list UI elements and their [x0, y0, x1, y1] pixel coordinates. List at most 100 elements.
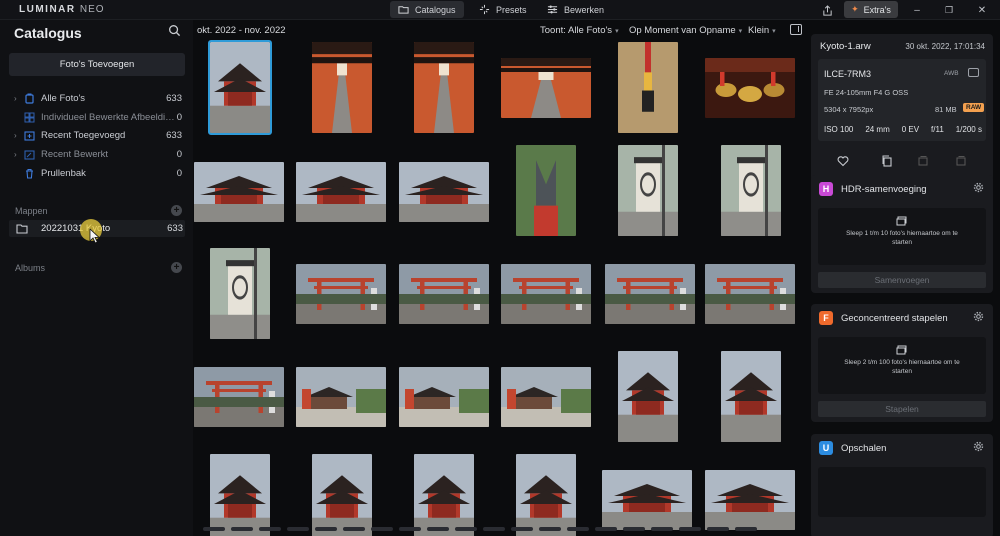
photo-thumbnail[interactable] — [501, 367, 591, 427]
photo-thumbnail[interactable] — [399, 264, 489, 324]
sidebar-item-count: 0 — [176, 167, 182, 179]
photo-thumbnail[interactable] — [194, 162, 284, 222]
photo-thumbnail[interactable] — [501, 58, 591, 118]
taskbar-item — [427, 527, 449, 531]
stack-icon[interactable] — [917, 155, 929, 167]
add-album-button[interactable]: + — [171, 262, 182, 273]
photo-thumbnail[interactable] — [618, 145, 678, 236]
stack-button[interactable]: Stapelen — [818, 401, 986, 417]
sidebar-item-all-photos[interactable]: › Alle Foto's 633 — [0, 90, 193, 106]
sidebar-item-count: 0 — [176, 148, 182, 160]
photo-thumbnail[interactable] — [210, 248, 270, 339]
photo-thumbnail[interactable] — [705, 58, 795, 118]
photo-thumbnail[interactable] — [605, 264, 695, 324]
taskbar-item — [259, 527, 281, 531]
hdr-merge-card: H HDR-samenvoeging Sleep 1 t/m 10 foto's… — [811, 175, 993, 293]
stacking-drop-zone[interactable]: Sleep 2 t/m 100 foto's hiernaartoe om te… — [818, 337, 986, 394]
photo-thumbnail[interactable] — [296, 367, 386, 427]
tool-name: Geconcentreerd stapelen — [841, 313, 948, 324]
photo-thumbnail[interactable] — [210, 454, 270, 536]
sort-value: Op Moment van Opname — [629, 25, 736, 36]
photo-thumbnail[interactable] — [194, 367, 284, 427]
taskbar-item — [567, 527, 589, 531]
photo-thumbnail[interactable] — [618, 351, 678, 442]
drop-hint: Sleep 2 t/m 100 foto's hiernaartoe om te… — [844, 359, 960, 375]
taskbar-item — [399, 527, 421, 531]
puzzle-icon: ✦ — [851, 4, 859, 14]
merge-button[interactable]: Samenvoegen — [818, 272, 986, 288]
add-photos-button[interactable]: Foto's Toevoegen — [9, 53, 185, 76]
taskbar-item — [707, 527, 729, 531]
taskbar-item — [539, 527, 561, 531]
sidebar-item-individually-edited[interactable]: Individueel Bewerkte Afbeeldingen 0 — [0, 109, 193, 125]
show-filter-dropdown[interactable]: Toont: Alle Foto's ▾ — [540, 25, 619, 36]
taskbar-strip — [193, 527, 805, 536]
photo-thumbnail[interactable] — [296, 162, 386, 222]
folder-count: 633 — [167, 223, 183, 234]
hdr-drop-zone[interactable]: Sleep 1 t/m 10 foto's hiernaartoe om te … — [818, 208, 986, 265]
tab-catalogus[interactable]: Catalogus — [390, 1, 464, 18]
gear-icon[interactable] — [973, 182, 984, 193]
chevron-down-icon: ▾ — [772, 28, 776, 35]
photo-thumbnail[interactable] — [414, 42, 474, 133]
show-filter-value: Toont: Alle Foto's — [540, 25, 613, 36]
tab-label: Bewerken — [564, 4, 605, 15]
search-button[interactable] — [168, 24, 182, 38]
recent-edit-icon — [24, 149, 35, 160]
close-button[interactable]: ✕ — [975, 3, 989, 17]
gear-icon[interactable] — [973, 311, 984, 322]
share-button[interactable] — [820, 3, 834, 17]
tab-presets[interactable]: Presets — [471, 1, 535, 18]
add-folder-button[interactable]: + — [171, 205, 182, 216]
sidebar-item-trash[interactable]: Prullenbak 0 — [0, 165, 193, 181]
gear-icon[interactable] — [973, 441, 984, 452]
photo-thumbnail[interactable] — [312, 42, 372, 133]
app-logo: LUMINAR NEO — [19, 4, 105, 15]
photo-thumbnail[interactable] — [516, 145, 576, 236]
photo-thumbnail[interactable] — [312, 454, 372, 536]
taskbar-item — [623, 527, 645, 531]
chevron-right-icon[interactable]: › — [14, 94, 20, 103]
minimize-button[interactable]: – — [910, 3, 924, 17]
chevron-right-icon[interactable]: › — [14, 150, 20, 159]
chevron-right-icon[interactable]: › — [14, 131, 20, 140]
photo-thumbnail[interactable] — [399, 367, 489, 427]
photo-thumbnail[interactable] — [296, 264, 386, 324]
photo-thumbnail[interactable] — [618, 42, 678, 133]
extras-button[interactable]: ✦ Extra's — [844, 1, 898, 18]
panel-toggle-icon[interactable] — [790, 24, 802, 35]
photo-thumbnail[interactable] — [705, 470, 795, 530]
photo-thumbnail[interactable] — [602, 470, 692, 530]
date-range: okt. 2022 - nov. 2022 — [197, 25, 286, 36]
sidebar-item-recent-added[interactable]: › Recent Toegevoegd 633 — [0, 127, 193, 143]
sidebar-item-label: Alle Foto's — [41, 92, 86, 104]
focal-length: 24 mm — [865, 125, 890, 134]
sidebar-item-recent-edited[interactable]: › Recent Bewerkt 0 — [0, 146, 193, 162]
iso-value: ISO 100 — [824, 125, 854, 134]
plus-icon: + — [173, 262, 180, 273]
maximize-button[interactable]: ❐ — [942, 3, 956, 17]
selected-photo-thumbnail[interactable] — [208, 40, 272, 135]
photo-thumbnail[interactable] — [414, 454, 474, 536]
folder-icon — [398, 6, 409, 14]
photo-thumbnail[interactable] — [516, 454, 576, 536]
thumbnail-size-dropdown[interactable]: Klein ▾ — [748, 25, 776, 36]
camera-icon — [968, 68, 979, 77]
upscale-drop-zone[interactable] — [818, 467, 986, 517]
images-icon — [896, 216, 907, 226]
photo-thumbnail[interactable] — [705, 264, 795, 324]
copy-icon[interactable] — [881, 155, 893, 167]
layers-icon[interactable] — [955, 155, 967, 167]
sidebar-item-count: 633 — [166, 129, 182, 141]
sort-dropdown[interactable]: Op Moment van Opname ▾ — [629, 25, 742, 36]
heart-icon[interactable] — [837, 155, 849, 167]
sidebar: Catalogus Foto's Toevoegen › Alle Foto's… — [0, 20, 193, 536]
photo-thumbnail[interactable] — [721, 145, 781, 236]
photo-thumbnail[interactable] — [399, 162, 489, 222]
tab-bewerken[interactable]: Bewerken — [539, 1, 612, 18]
photo-thumbnail[interactable] — [501, 264, 591, 324]
photo-thumbnail[interactable] — [721, 351, 781, 442]
info-card: Kyoto-1.arw 30 okt. 2022, 17:01:34 ILCE-… — [811, 34, 993, 182]
logo-sub: NEO — [79, 4, 105, 15]
taskbar-item — [595, 527, 617, 531]
